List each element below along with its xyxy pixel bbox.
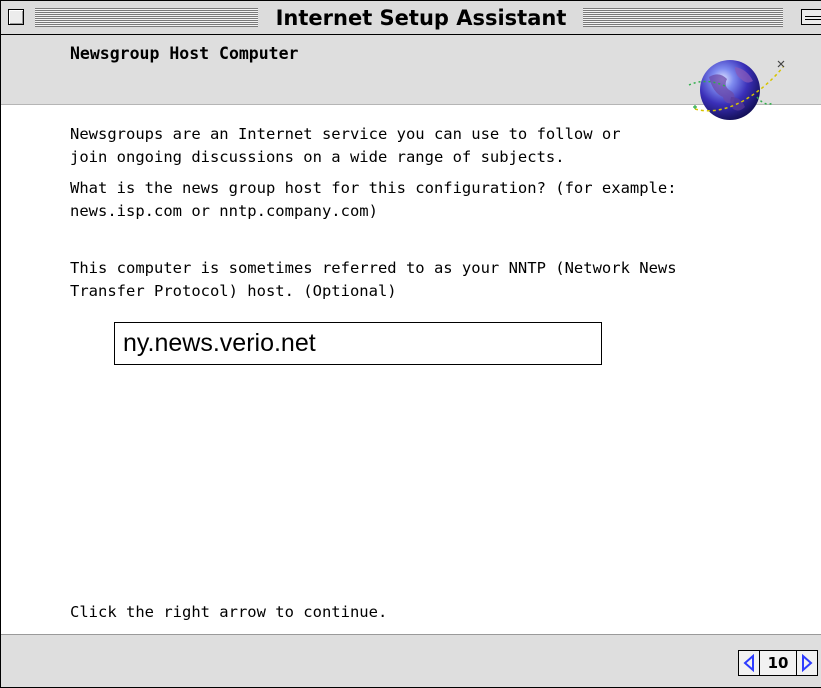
title-bar[interactable]: Internet Setup Assistant — [1, 1, 821, 35]
question-line-2: news.isp.com or nntp.company.com) — [70, 202, 378, 220]
section-title: Newsgroup Host Computer — [70, 44, 299, 63]
nntp-line-1: This computer is sometimes referred to a… — [70, 259, 677, 277]
right-arrow-icon — [802, 654, 813, 672]
intro-line-1: Newsgroups are an Internet service you c… — [70, 125, 621, 143]
intro-paragraph: Newsgroups are an Internet service you c… — [70, 123, 621, 169]
question-line-1: What is the news group host for this con… — [70, 179, 677, 197]
newsgroup-host-field[interactable]: ny.news.verio.net — [114, 322, 602, 365]
continue-instruction: Click the right arrow to continue. — [70, 603, 388, 621]
previous-page-button[interactable] — [738, 650, 760, 676]
setup-assistant-window: Internet Setup Assistant Newsgroup Host … — [0, 0, 821, 688]
navigation-footer: 10 — [1, 634, 821, 687]
intro-line-2: join ongoing discussions on a wide range… — [70, 148, 565, 166]
close-box-button[interactable] — [8, 9, 24, 25]
window-title: Internet Setup Assistant — [263, 3, 579, 33]
next-page-button[interactable] — [796, 650, 818, 676]
title-bar-stripes-right — [583, 8, 783, 27]
page-navigator: 10 — [738, 650, 818, 676]
question-paragraph: What is the news group host for this con… — [70, 177, 677, 223]
page-number: 10 — [760, 650, 796, 676]
globe-icon — [688, 60, 785, 120]
title-bar-stripes-left — [35, 8, 258, 27]
left-arrow-icon — [743, 654, 754, 672]
collapse-box-button[interactable] — [801, 9, 821, 25]
nntp-line-2: Transfer Protocol) host. (Optional) — [70, 282, 397, 300]
nntp-paragraph: This computer is sometimes referred to a… — [70, 257, 677, 303]
